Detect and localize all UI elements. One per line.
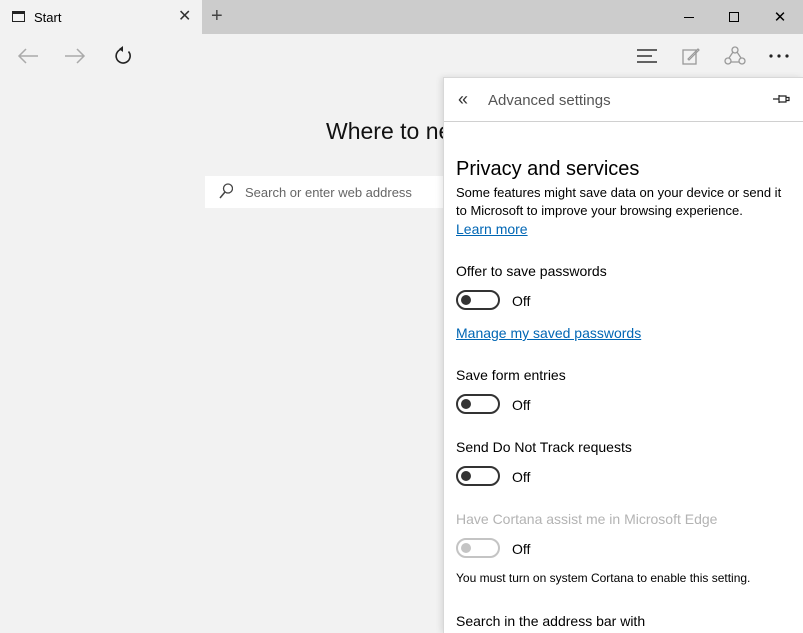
close-tab-icon[interactable]: ✕ — [178, 9, 191, 25]
toggle-knob — [461, 471, 471, 481]
back-chevron-icon[interactable]: « — [458, 89, 468, 109]
panel-title: Advanced settings — [488, 92, 611, 109]
cortana-state: Off — [512, 541, 531, 557]
privacy-description: Some features might save data on your de… — [456, 185, 782, 218]
pin-icon[interactable] — [772, 92, 790, 106]
hub-button[interactable] — [627, 34, 667, 78]
back-button[interactable] — [8, 34, 48, 78]
page-icon — [12, 11, 25, 22]
do-not-track-label: Send Do Not Track requests — [456, 439, 632, 455]
maximize-button[interactable] — [711, 0, 757, 34]
advanced-settings-panel: « Advanced settings Privacy and services… — [443, 77, 803, 633]
arrow-left-icon — [17, 48, 38, 64]
offer-passwords-label: Offer to save passwords — [456, 263, 607, 279]
minimize-button[interactable] — [666, 0, 712, 34]
new-tab-icon[interactable]: + — [211, 5, 223, 27]
cortana-label: Have Cortana assist me in Microsoft Edge — [456, 511, 718, 527]
form-entries-state: Off — [512, 397, 531, 413]
hub-icon — [637, 49, 657, 63]
minimize-icon — [684, 16, 694, 18]
forward-button[interactable] — [55, 34, 95, 78]
web-note-icon — [682, 48, 700, 65]
web-note-button[interactable] — [671, 34, 711, 78]
manage-passwords-link[interactable]: Manage my saved passwords — [456, 325, 641, 341]
window-close-button[interactable]: ✕ — [757, 0, 803, 34]
refresh-icon — [115, 46, 131, 64]
title-bar: Start ✕ + ✕ — [0, 0, 803, 34]
close-icon: ✕ — [773, 9, 787, 26]
maximize-icon — [729, 12, 739, 22]
learn-more-link[interactable]: Learn more — [456, 221, 528, 237]
toggle-knob — [461, 543, 471, 553]
more-icon — [769, 54, 789, 58]
share-button[interactable] — [715, 34, 755, 78]
offer-passwords-state: Off — [512, 293, 531, 309]
do-not-track-state: Off — [512, 469, 531, 485]
search-icon — [219, 183, 233, 199]
more-button[interactable] — [759, 34, 799, 78]
cortana-note: You must turn on system Cortana to enabl… — [456, 571, 751, 585]
arrow-right-icon — [65, 48, 86, 64]
offer-passwords-toggle[interactable] — [456, 290, 500, 310]
share-icon — [724, 46, 746, 65]
cortana-toggle — [456, 538, 500, 558]
panel-header: « Advanced settings — [444, 78, 803, 122]
section-title: Privacy and services — [456, 158, 640, 180]
form-entries-toggle[interactable] — [456, 394, 500, 414]
tab-start[interactable]: Start ✕ — [0, 0, 202, 34]
refresh-button[interactable] — [103, 34, 143, 78]
toggle-knob — [461, 399, 471, 409]
do-not-track-toggle[interactable] — [456, 466, 500, 486]
nav-bar — [0, 34, 803, 78]
search-engine-label: Search in the address bar with — [456, 613, 646, 629]
tab-title: Start — [34, 10, 62, 25]
toggle-knob — [461, 295, 471, 305]
form-entries-label: Save form entries — [456, 367, 566, 383]
